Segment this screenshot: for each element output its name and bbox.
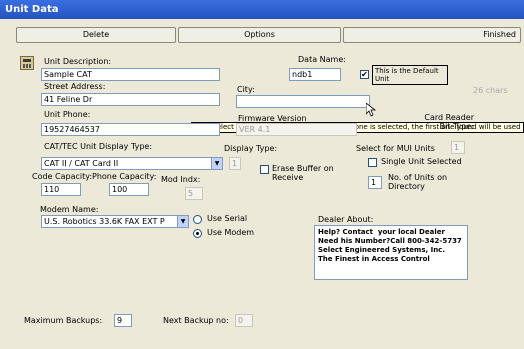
mui-units-field: 1 (451, 141, 465, 154)
modem-name-select-value: U.S. Robotics 33.6K FAX EXT P (44, 217, 165, 226)
mouse-pointer-icon (366, 103, 376, 117)
use-serial-radio[interactable] (193, 215, 202, 224)
use-serial-label: Use Serial (207, 214, 248, 223)
single-unit-label: Single Unit Selected (381, 157, 462, 166)
city-label: City: (237, 85, 255, 94)
window-title: Unit Data (0, 0, 524, 19)
next-backup-field: 0 (235, 314, 253, 327)
display-type-label-2: Display Type: (224, 144, 278, 153)
erase-buffer-checkbox[interactable] (260, 165, 269, 174)
city-field[interactable] (236, 95, 370, 108)
display-type-field: 1 (229, 157, 241, 170)
unit-description-field[interactable]: Sample CAT (41, 68, 220, 81)
street-address-label: Street Address: (44, 82, 106, 91)
code-capacity-field[interactable]: 110 (41, 183, 81, 196)
unit-type-select-value: CAT II / CAT Card II (44, 159, 119, 168)
firmware-label: Firmware Version (238, 114, 307, 123)
data-name-field[interactable]: ndb1 (289, 68, 341, 81)
modem-name-label: Modem Name: (40, 205, 99, 214)
keypad-unit-icon (20, 56, 34, 70)
firmware-field: VER 4.1 (236, 123, 357, 136)
finished-button[interactable]: Finished (343, 27, 521, 43)
erase-buffer-label: Erase Buffer on Receive (272, 164, 334, 182)
display-type-label: CAT/TEC Unit Display Type: (44, 142, 153, 151)
chevron-down-icon: ▼ (177, 216, 188, 227)
chevron-down-icon: ▼ (211, 158, 222, 169)
num-units-label: No. of Units on Directory (388, 173, 448, 191)
mui-units-label: Select for MUI Units (356, 144, 435, 153)
options-button[interactable]: Options (178, 27, 341, 43)
chars-counter: 26 chars (473, 86, 508, 95)
street-address-field[interactable]: 41 Feline Dr (41, 93, 220, 106)
delete-button[interactable]: Delete (16, 27, 176, 43)
mod-indx-field: 5 (185, 187, 203, 200)
use-modem-radio[interactable] (193, 229, 202, 238)
unit-phone-label: Unit Phone: (44, 110, 91, 119)
dealer-about-label: Dealer About: (318, 215, 374, 224)
mod-indx-label: Mod Indx: (161, 175, 201, 184)
modem-name-select[interactable]: U.S. Robotics 33.6K FAX EXT P ▼ (41, 215, 189, 228)
data-name-label: Data Name: (298, 55, 346, 64)
single-unit-checkbox[interactable] (368, 158, 377, 167)
code-capacity-label: Code Capacity: (32, 172, 93, 181)
phone-capacity-field[interactable]: 100 (109, 183, 149, 196)
unit-description-label: Unit Description: (44, 57, 112, 66)
max-backups-field[interactable]: 9 (114, 314, 132, 327)
default-unit-checkbox[interactable]: ✔ (360, 70, 369, 79)
unit-type-select[interactable]: CAT II / CAT Card II ▼ (41, 157, 223, 170)
num-units-field[interactable]: 1 (368, 176, 382, 189)
use-modem-label: Use Modem (207, 228, 255, 237)
unit-data-form: Delete Options Finished Unit Description… (0, 19, 524, 349)
max-backups-label: Maximum Backups: (24, 316, 103, 325)
card-reader-label: Card Reader Bit Type: (424, 113, 474, 131)
phone-capacity-label: Phone Capacity: (92, 172, 157, 181)
default-unit-label: This is the Default Unit (372, 65, 448, 85)
next-backup-label: Next Backup no: (163, 316, 229, 325)
dealer-about-textarea[interactable]: Help? Contact your local Dealer Need his… (314, 225, 468, 280)
unit-phone-field[interactable]: 19527464537 (41, 123, 220, 136)
